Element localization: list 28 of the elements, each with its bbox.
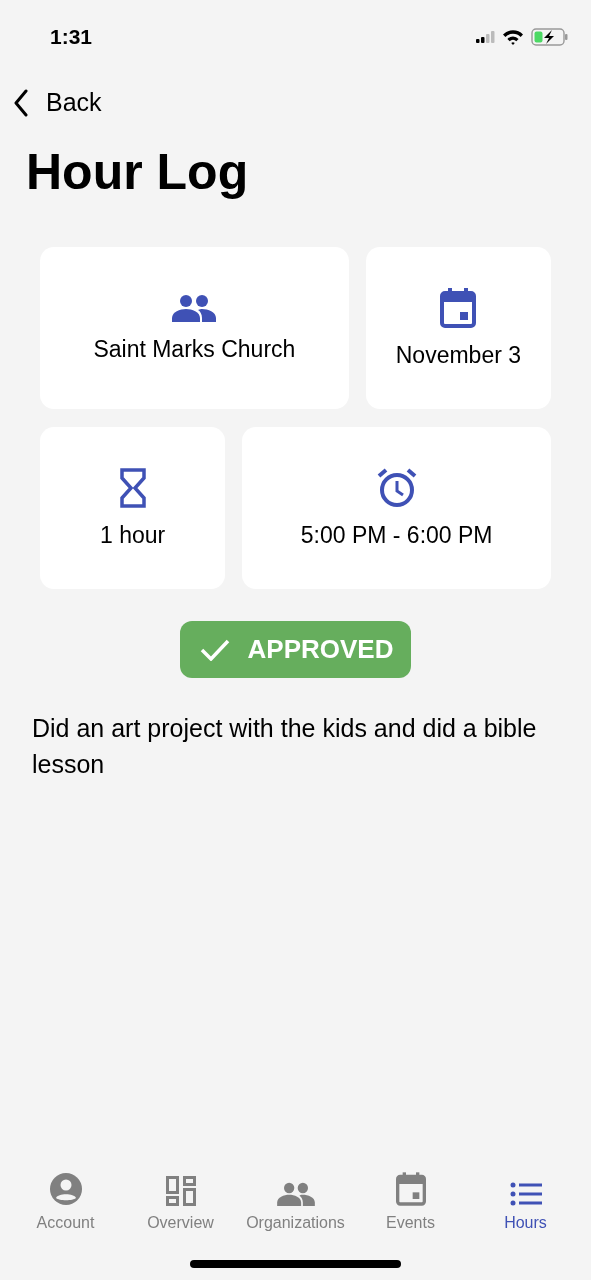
list-icon xyxy=(509,1182,542,1206)
status-time: 1:31 xyxy=(50,25,93,49)
tab-item[interactable]: Hours xyxy=(468,1162,583,1232)
tab-item[interactable]: Account xyxy=(8,1162,123,1232)
detail-text: 5:00 PM - 6:00 PM xyxy=(300,521,493,549)
description-text: Did an art project with the kids and did a bible lesson xyxy=(32,713,538,780)
detail-text: 1 hour xyxy=(100,521,166,549)
page-title: Hour Log xyxy=(26,143,250,201)
detail-text: Saint Marks Church xyxy=(93,335,296,363)
back-button[interactable]: Back xyxy=(14,88,102,117)
status-badge: APPROVED xyxy=(179,621,412,678)
detail-text: November 3 xyxy=(395,341,521,369)
account-icon xyxy=(48,1172,83,1206)
wifi-icon xyxy=(502,29,524,45)
calendar-icon xyxy=(440,287,477,328)
alarm-clock-icon xyxy=(376,467,417,508)
tab-item[interactable]: Overview xyxy=(123,1162,238,1232)
hourglass-icon xyxy=(119,467,146,508)
signal-icon xyxy=(476,31,495,43)
tab-item[interactable]: Events xyxy=(353,1162,468,1232)
people-icon xyxy=(276,1182,315,1206)
battery-icon xyxy=(531,28,569,46)
chevron-left-icon xyxy=(14,88,28,117)
tab-item[interactable]: Organizations xyxy=(238,1162,353,1232)
people-icon xyxy=(172,293,217,322)
calendar-icon xyxy=(395,1172,426,1206)
dashboard-icon xyxy=(165,1176,196,1206)
check-icon xyxy=(199,638,230,661)
